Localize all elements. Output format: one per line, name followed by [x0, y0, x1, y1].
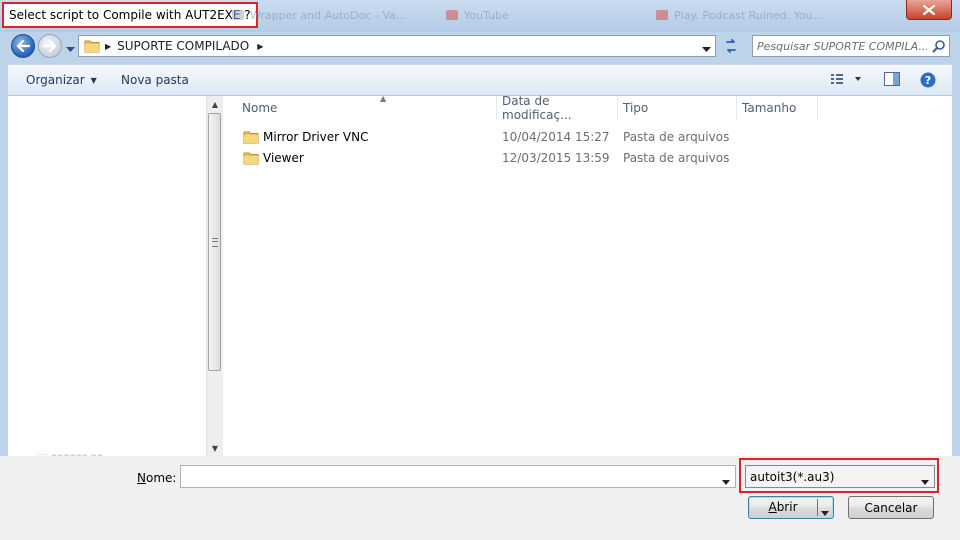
split-divider — [817, 499, 818, 516]
scrollbar-thumb[interactable] — [208, 113, 221, 371]
open-button-label[interactable]: Abrir — [749, 500, 817, 514]
details-view-icon — [831, 74, 861, 84]
history-dropdown[interactable] — [66, 42, 75, 56]
window-title: Select script to Compile with AUT2EXE ? — [2, 2, 258, 28]
folder-icon — [243, 131, 259, 144]
file-type-dropdown[interactable] — [921, 474, 929, 488]
background-tab-1: Wrapper and AutoDoc - Va... — [232, 7, 406, 23]
file-name: Mirror Driver VNC — [263, 130, 369, 144]
search-input[interactable] — [757, 38, 927, 54]
preview-pane-button[interactable] — [884, 72, 900, 89]
column-header-type[interactable]: Tipo — [619, 96, 737, 120]
breadcrumb-chevron-icon[interactable]: ▶ — [257, 42, 263, 51]
file-name-dropdown[interactable] — [722, 474, 730, 488]
scroll-down-arrow-icon[interactable]: ▼ — [207, 440, 223, 456]
folder-icon — [243, 152, 259, 165]
new-folder-button[interactable]: Nova pasta — [121, 65, 189, 95]
chevron-down-icon — [66, 47, 75, 52]
file-type: Pasta de arquivos — [623, 151, 730, 165]
tab-favicon-icon — [232, 10, 244, 20]
address-dropdown[interactable] — [702, 42, 711, 56]
cancel-button[interactable]: Cancelar — [848, 496, 934, 519]
file-date: 12/03/2015 13:59 — [502, 151, 610, 165]
file-name-combobox[interactable] — [180, 465, 736, 488]
column-header-date[interactable]: Data de modificaç... — [498, 94, 618, 122]
organize-button[interactable]: Organizar ▼ — [26, 65, 97, 95]
command-toolbar: Organizar ▼ Nova pasta ? — [8, 64, 952, 96]
search-button[interactable] — [932, 39, 946, 56]
file-type-select[interactable]: autoit3(*.au3) — [745, 465, 935, 488]
open-button[interactable]: Abrir — [748, 496, 834, 519]
svg-text:?: ? — [925, 74, 931, 87]
close-button[interactable] — [906, 0, 952, 20]
grip-icon — [211, 237, 218, 247]
youtube-icon — [656, 10, 668, 20]
help-button[interactable]: ? — [920, 72, 936, 91]
column-header-name[interactable]: ▲ Nome — [238, 94, 497, 120]
chevron-down-icon — [722, 480, 730, 485]
navigation-scrollbar[interactable]: ▲ ▼ — [206, 96, 223, 456]
help-icon: ? — [920, 72, 936, 88]
file-name: Viewer — [263, 151, 304, 165]
change-view-button[interactable] — [830, 72, 864, 89]
navigation-pane[interactable] — [8, 96, 206, 456]
magnifier-icon — [932, 40, 945, 53]
background-tab-3: Play. Podcast Ruined. You... — [656, 7, 823, 23]
chevron-down-icon — [921, 480, 929, 485]
back-arrow-icon — [16, 40, 30, 52]
forward-arrow-icon — [43, 40, 57, 52]
back-button[interactable] — [11, 34, 35, 58]
chevron-down-icon — [702, 47, 711, 52]
youtube-icon — [446, 10, 458, 20]
file-row-mirror-driver-vnc[interactable]: Mirror Driver VNC 10/04/2014 15:27 Pasta… — [237, 127, 937, 147]
refresh-icon — [726, 39, 736, 53]
chevron-down-icon — [821, 511, 829, 516]
file-type: Pasta de arquivos — [623, 130, 730, 144]
file-date: 10/04/2014 15:27 — [502, 130, 610, 144]
close-x-icon — [923, 4, 935, 15]
content-area: ▫▫ ▪▪▪▪▪▪ ▪▪ ▲ ▼ ▲ Nome Data de modifica… — [8, 94, 952, 462]
title-bar: Select script to Compile with AUT2EXE ? … — [0, 0, 960, 32]
file-name-input[interactable] — [183, 468, 703, 485]
search-box[interactable] — [752, 35, 950, 57]
preview-pane-icon — [884, 72, 900, 86]
sort-ascending-icon: ▲ — [380, 94, 387, 103]
file-name-label: Nome: — [137, 471, 177, 485]
chevron-down-icon: ▼ — [90, 75, 97, 85]
address-bar[interactable]: ▶ SUPORTE COMPILADO ▶ — [78, 35, 716, 57]
window-title-text: Select script to Compile with AUT2EXE ? — [9, 8, 251, 22]
background-tab-2: YouTube — [446, 7, 509, 23]
folder-icon — [84, 40, 100, 53]
column-header-size[interactable]: Tamanho — [738, 96, 818, 120]
refresh-button[interactable] — [718, 35, 744, 57]
address-path[interactable]: SUPORTE COMPILADO — [117, 39, 249, 53]
file-row-viewer[interactable]: Viewer 12/03/2015 13:59 Pasta de arquivo… — [237, 148, 937, 168]
forward-button[interactable] — [38, 34, 62, 58]
breadcrumb-chevron-icon[interactable]: ▶ — [105, 42, 111, 51]
scroll-up-arrow-icon[interactable]: ▲ — [207, 96, 223, 112]
open-options-dropdown[interactable] — [821, 505, 829, 519]
file-type-value: autoit3(*.au3) — [750, 469, 835, 484]
file-list-pane[interactable]: ▲ Nome Data de modificaç... Tipo Tamanho… — [223, 94, 952, 456]
